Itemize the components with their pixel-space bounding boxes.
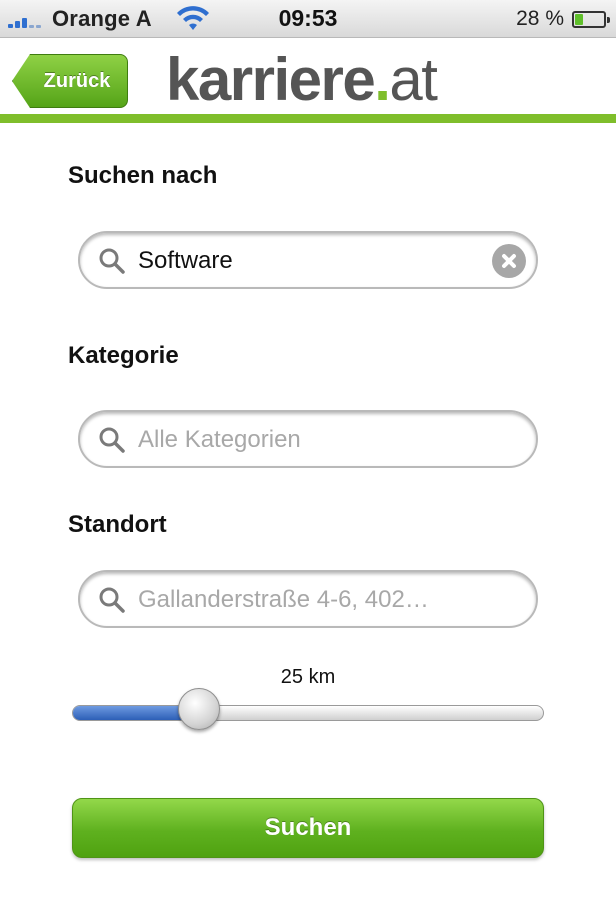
search-icon [99, 427, 125, 453]
location-input[interactable] [138, 582, 508, 618]
location-label: Standort [68, 511, 167, 538]
back-button[interactable]: Zurück [12, 54, 128, 108]
search-button[interactable]: Suchen [72, 798, 544, 858]
battery-percent: 28 % [516, 7, 564, 30]
search-icon [99, 248, 125, 274]
logo-name: karriere [166, 46, 376, 113]
category-input[interactable] [138, 422, 508, 458]
category-label: Kategorie [68, 342, 179, 369]
query-label: Suchen nach [68, 162, 218, 189]
query-field[interactable] [78, 231, 538, 289]
battery-icon [572, 11, 610, 28]
logo-tld: at [389, 46, 438, 113]
category-field[interactable] [78, 410, 538, 468]
search-icon [99, 587, 125, 613]
karriere-logo: karriere.at [166, 46, 438, 113]
clear-icon[interactable] [492, 244, 526, 278]
location-field[interactable] [78, 570, 538, 628]
battery-level [575, 14, 583, 25]
back-button-label: Zurück [43, 69, 111, 92]
query-input[interactable] [138, 243, 508, 279]
radius-slider[interactable] [72, 705, 544, 721]
header-divider [0, 114, 616, 123]
logo-dot: . [374, 46, 391, 113]
status-bar: Orange A 09:53 28 % [0, 0, 616, 38]
radius-slider-thumb[interactable] [178, 688, 221, 730]
radius-value: 25 km [280, 666, 336, 688]
